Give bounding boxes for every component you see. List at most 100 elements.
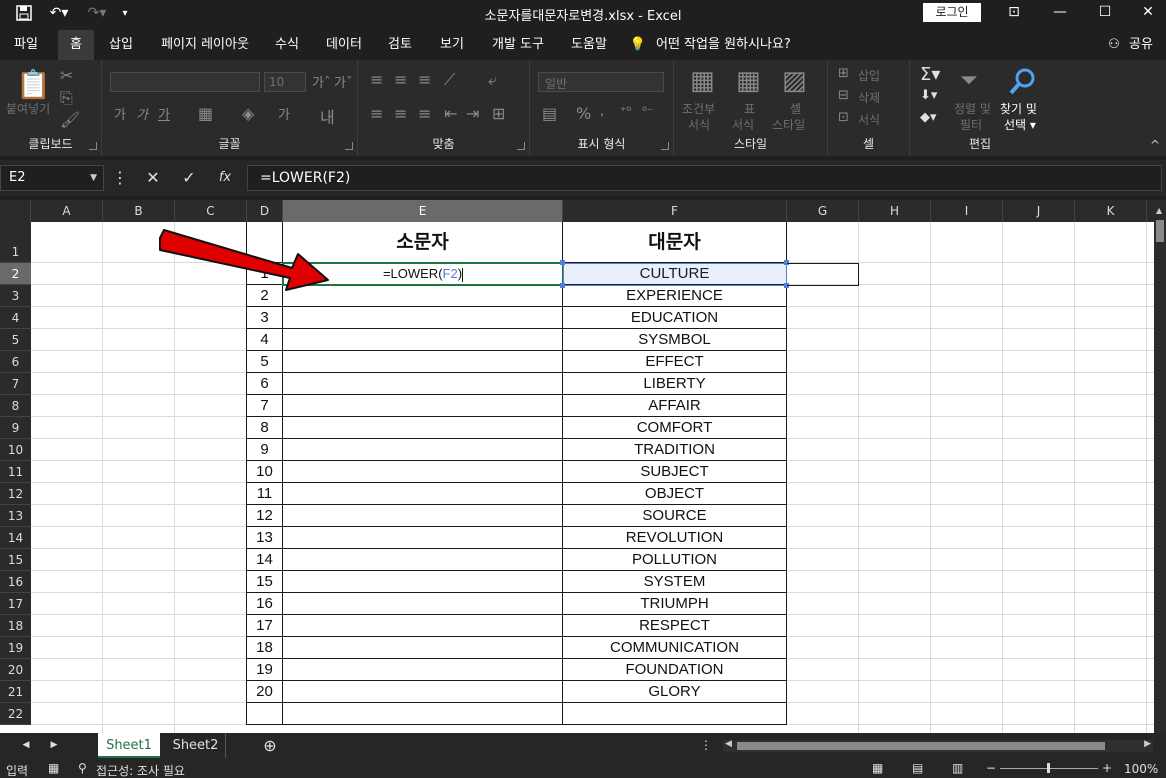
- tab-data[interactable]: 데이터: [318, 30, 370, 60]
- find-select-label-2[interactable]: 선택 ▾: [1004, 116, 1036, 133]
- decrease-decimal-icon[interactable]: ⁰⁻: [642, 104, 653, 118]
- row-header[interactable]: 7: [0, 373, 31, 395]
- share-button[interactable]: 공유: [1126, 30, 1156, 60]
- row-header[interactable]: 4: [0, 307, 31, 329]
- uppercase-word-cell[interactable]: COMMUNICATION: [563, 637, 786, 658]
- cut-icon[interactable]: ✂: [60, 66, 73, 85]
- prev-sheet-icon[interactable]: ◀: [16, 733, 36, 758]
- font-color-icon[interactable]: 가: [278, 104, 290, 123]
- row-header[interactable]: 17: [0, 593, 31, 615]
- align-left-icon[interactable]: ≡: [370, 104, 383, 123]
- column-header-i[interactable]: I: [931, 200, 1003, 222]
- currency-icon[interactable]: ▤: [542, 104, 557, 123]
- uppercase-word-cell[interactable]: AFFAIR: [563, 395, 786, 416]
- align-center-icon[interactable]: ≡: [394, 104, 407, 123]
- tell-me-search[interactable]: 어떤 작업을 원하시나요?: [656, 30, 804, 60]
- column-header-d[interactable]: D: [247, 200, 283, 222]
- accessibility-icon[interactable]: ⚲: [78, 761, 87, 775]
- increase-font-icon[interactable]: 가ˆ: [312, 72, 330, 91]
- number-cell[interactable]: 18: [247, 637, 282, 658]
- add-sheet-icon[interactable]: ⊕: [258, 733, 282, 758]
- tab-page-layout[interactable]: 페이지 레이아웃: [150, 30, 260, 60]
- paste-label[interactable]: 붙여넣기: [6, 100, 50, 117]
- uppercase-word-cell[interactable]: SOURCE: [563, 505, 786, 526]
- uppercase-word-cell[interactable]: SYSTEM: [563, 571, 786, 592]
- formula-input[interactable]: =LOWER(F2): [247, 165, 1162, 191]
- next-sheet-icon[interactable]: ▶: [44, 733, 64, 758]
- number-cell[interactable]: 13: [247, 527, 282, 548]
- select-all-corner[interactable]: [0, 200, 31, 222]
- conditional-format-label-2[interactable]: 서식: [688, 116, 710, 133]
- uppercase-word-cell[interactable]: SUBJECT: [563, 461, 786, 482]
- wrap-text-icon[interactable]: ⤶: [488, 70, 497, 90]
- number-cell[interactable]: 11: [247, 483, 282, 504]
- row-header[interactable]: 3: [0, 285, 31, 307]
- autosum-icon[interactable]: Σ▾: [920, 64, 940, 85]
- number-cell[interactable]: 5: [247, 351, 282, 372]
- worksheet-grid[interactable]: A B C D E F G H I J K 1 2 3 4 5 6 7 8 9 10 11 12 13 1…: [0, 200, 1154, 733]
- uppercase-word-cell[interactable]: OBJECT: [563, 483, 786, 504]
- uppercase-word-cell[interactable]: TRADITION: [563, 439, 786, 460]
- border-icon[interactable]: ▦: [198, 104, 213, 123]
- normal-view-icon[interactable]: ▦: [872, 761, 883, 775]
- row-header[interactable]: 16: [0, 571, 31, 593]
- number-cell[interactable]: 15: [247, 571, 282, 592]
- accessibility-status[interactable]: 접근성: 조사 필요: [96, 762, 185, 778]
- collapse-ribbon-icon[interactable]: ^: [1150, 138, 1160, 152]
- row-header[interactable]: 1: [0, 222, 31, 263]
- comma-icon[interactable]: ,: [600, 104, 604, 119]
- align-bottom-icon[interactable]: ≡: [418, 70, 431, 89]
- alignment-launcher-icon[interactable]: [517, 142, 525, 150]
- uppercase-word-cell[interactable]: FOUNDATION: [563, 659, 786, 680]
- conditional-format-icon[interactable]: ▦: [690, 66, 715, 96]
- phonetic-icon[interactable]: 내: [320, 104, 335, 128]
- scroll-right-icon[interactable]: ▶: [1144, 739, 1151, 749]
- column-header-a[interactable]: A: [31, 200, 103, 222]
- tab-insert[interactable]: 삽입: [100, 30, 142, 60]
- split-handle-icon[interactable]: ⋮: [700, 733, 712, 758]
- row-header[interactable]: 5: [0, 329, 31, 351]
- format-painter-icon[interactable]: 🖌: [60, 110, 80, 129]
- italic-icon[interactable]: 가: [136, 104, 148, 123]
- uppercase-word-cell[interactable]: EFFECT: [563, 351, 786, 372]
- bold-icon[interactable]: 가: [114, 104, 126, 123]
- orientation-icon[interactable]: ⟋: [444, 70, 455, 90]
- copy-icon[interactable]: ⎘: [60, 88, 73, 108]
- login-button[interactable]: 로그인: [923, 3, 981, 22]
- tab-review[interactable]: 검토: [378, 30, 422, 60]
- format-as-table-icon[interactable]: ▦: [736, 66, 761, 96]
- page-layout-view-icon[interactable]: ▤: [912, 761, 923, 775]
- insert-cells-label[interactable]: 삽입: [858, 67, 880, 84]
- header-uppercase[interactable]: 대문자: [563, 222, 786, 262]
- scroll-up-icon[interactable]: ▲: [1156, 206, 1162, 215]
- uppercase-word-cell[interactable]: GLORY: [563, 681, 786, 702]
- fill-icon[interactable]: ⬇▾: [920, 88, 937, 103]
- sort-filter-label[interactable]: 정렬 및: [954, 100, 991, 117]
- uppercase-word-cell[interactable]: RESPECT: [563, 615, 786, 636]
- column-header-c[interactable]: C: [175, 200, 247, 222]
- tab-formulas[interactable]: 수식: [266, 30, 308, 60]
- cancel-icon[interactable]: ✕: [142, 166, 164, 190]
- column-header-f[interactable]: F: [563, 200, 787, 222]
- tab-developer[interactable]: 개발 도구: [482, 30, 554, 60]
- delete-cells-icon[interactable]: ⊟: [838, 88, 849, 103]
- zoom-in-icon[interactable]: +: [1102, 761, 1112, 775]
- column-header-e[interactable]: E: [283, 200, 563, 222]
- align-right-icon[interactable]: ≡: [418, 104, 431, 123]
- enter-icon[interactable]: ✓: [178, 166, 200, 190]
- merge-center-icon[interactable]: ⊞: [492, 104, 505, 123]
- name-box[interactable]: E2 ▼: [0, 165, 104, 191]
- increase-decimal-icon[interactable]: ⁺⁰: [620, 104, 631, 118]
- number-cell[interactable]: 14: [247, 549, 282, 570]
- insert-cells-icon[interactable]: ⊞: [838, 66, 849, 81]
- number-cell[interactable]: 4: [247, 329, 282, 350]
- uppercase-word-cell[interactable]: REVOLUTION: [563, 527, 786, 548]
- format-as-table-label-2[interactable]: 서식: [732, 116, 754, 133]
- macro-record-icon[interactable]: ▦: [48, 761, 59, 775]
- horizontal-scrollbar[interactable]: ◀ ▶: [723, 739, 1153, 752]
- number-cell[interactable]: 19: [247, 659, 282, 680]
- number-cell[interactable]: 20: [247, 681, 282, 702]
- uppercase-word-cell[interactable]: TRIUMPH: [563, 593, 786, 614]
- align-middle-icon[interactable]: ≡: [394, 70, 407, 89]
- uppercase-word-cell[interactable]: POLLUTION: [563, 549, 786, 570]
